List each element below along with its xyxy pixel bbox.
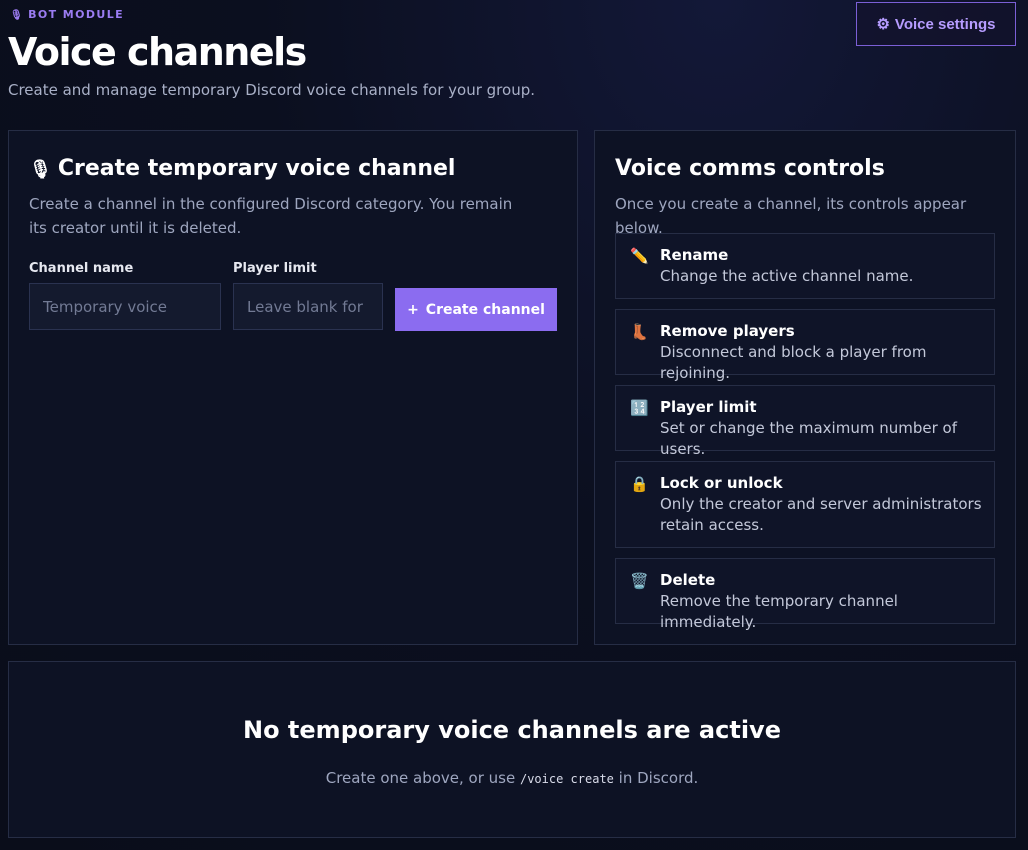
control-title: Rename [660, 246, 729, 264]
page-subtitle: Create and manage temporary Discord voic… [8, 81, 535, 99]
create-channel-panel: 🎙 Create temporary voice channel Create a… [8, 130, 578, 645]
voice-settings-label: Voice settings [894, 15, 996, 33]
control-title: Lock or unlock [660, 474, 783, 492]
microphone-icon: 🎙 [10, 10, 25, 21]
control-title: Remove players [660, 322, 795, 340]
create-channel-button[interactable]: + Create channel [395, 288, 557, 331]
create-channel-description: Create a channel in the configured Disco… [29, 195, 513, 237]
voice-create-command: /voice create [519, 772, 614, 786]
empty-state-text-before: Create one above, or use [325, 769, 520, 787]
create-channel-title: 🎙 Create temporary voice channel [29, 156, 455, 181]
voice-controls-panel: Voice comms controls Once you create a c… [594, 130, 1016, 645]
create-channel-button-label: Create channel [425, 301, 545, 318]
empty-state-title: No temporary voice channels are active [243, 716, 781, 744]
empty-state-panel: No temporary voice channels are active C… [8, 661, 1016, 838]
control-description: Change the active channel name. [660, 267, 914, 285]
channel-name-label: Channel name [29, 261, 134, 276]
player-limit-input[interactable] [233, 283, 383, 330]
control-player-limit: 🔢 Player limit Set or change the maximum… [615, 385, 995, 458]
control-description: Only the creator and server administrato… [660, 495, 982, 534]
pencil-icon: ✏️ [630, 247, 649, 265]
empty-state-text: Create one above, or use /voice create i… [9, 769, 1015, 787]
control-remove-players: 👢 Remove players Disconnect and block a … [615, 309, 995, 382]
boot-icon: 👢 [630, 323, 649, 341]
lock-icon: 🔒 [630, 475, 649, 493]
channel-name-input[interactable] [29, 283, 221, 330]
control-description: Disconnect and block a player from rejoi… [660, 343, 927, 382]
control-title: Delete [660, 571, 716, 589]
control-delete: 🗑️ Delete Remove the temporary channel i… [615, 558, 995, 631]
plus-icon: + [407, 301, 419, 318]
control-lock: 🔒 Lock or unlock Only the creator and se… [615, 461, 995, 548]
control-description: Remove the temporary channel immediately… [660, 592, 898, 631]
voice-settings-button[interactable]: ⚙ Voice settings [856, 2, 1016, 46]
eyebrow: 🎙 BOT MODULE [10, 8, 124, 21]
player-limit-label: Player limit [233, 261, 317, 276]
control-title: Player limit [660, 398, 757, 416]
control-rename: ✏️ Rename Change the active channel name… [615, 233, 995, 299]
numbers-icon: 🔢 [630, 399, 649, 417]
create-channel-title-text: Create temporary voice channel [57, 156, 456, 181]
wastebasket-icon: 🗑️ [630, 572, 649, 590]
empty-state-text-after: in Discord. [613, 769, 699, 787]
eyebrow-label: BOT MODULE [28, 8, 125, 21]
microphone-icon: 🎙 [29, 159, 52, 180]
gear-icon: ⚙ [876, 16, 890, 33]
page-title: Voice channels [8, 30, 307, 74]
control-description: Set or change the maximum number of user… [660, 419, 957, 458]
voice-controls-title: Voice comms controls [615, 156, 885, 181]
